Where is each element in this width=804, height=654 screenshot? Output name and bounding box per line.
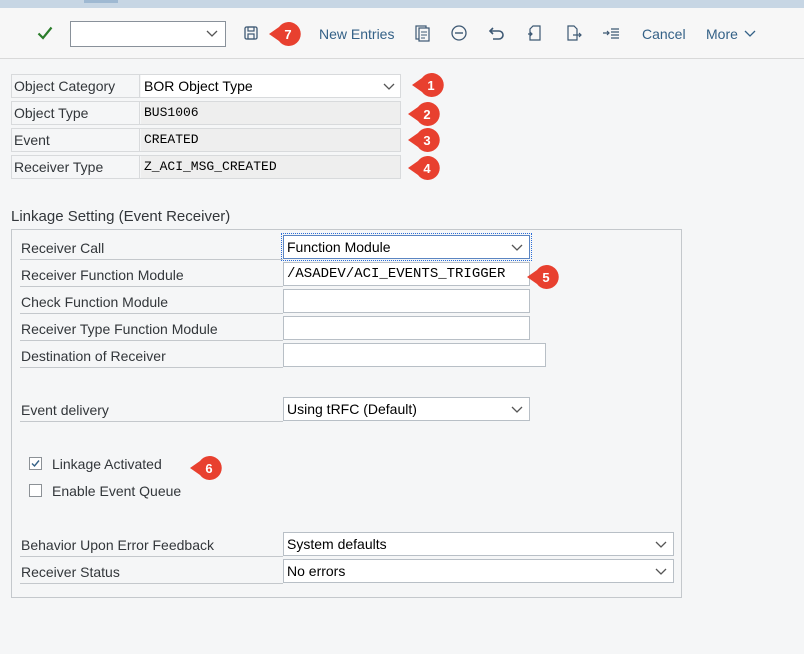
new-entries-button[interactable]: New Entries xyxy=(319,24,394,44)
more-menu-button[interactable]: More xyxy=(706,24,756,44)
linkage-activated-checkbox[interactable] xyxy=(29,457,42,470)
checkmark-icon xyxy=(31,460,40,468)
receiver-status-label: Receiver Status xyxy=(20,558,283,584)
annotation-badge: 1 xyxy=(412,72,444,98)
section-title: Linkage Setting (Event Receiver) xyxy=(11,208,231,225)
chevron-down-icon xyxy=(383,83,395,90)
event-value: CREATED xyxy=(141,129,400,151)
copy-entries-icon[interactable] xyxy=(411,22,433,44)
receiver-type-function-module-label: Receiver Type Function Module xyxy=(20,315,283,341)
behavior-on-error-label: Behavior Upon Error Feedback xyxy=(20,531,283,557)
annotation-badge: 2 xyxy=(408,101,440,127)
chevron-down-icon xyxy=(655,541,667,548)
chevron-down-icon xyxy=(511,406,523,413)
chevron-down-icon xyxy=(511,244,523,251)
annotation-badge: 5 xyxy=(527,264,559,290)
annotation-badge: 7 xyxy=(269,21,301,47)
cancel-button[interactable]: Cancel xyxy=(642,24,686,44)
receiver-call-label: Receiver Call xyxy=(20,234,283,260)
behavior-on-error-select[interactable]: System defaults xyxy=(283,532,674,556)
event-delivery-value: Using tRFC (Default) xyxy=(287,401,417,417)
annotation-badge: 4 xyxy=(408,155,440,181)
receiver-call-value: Function Module xyxy=(287,239,391,255)
enable-event-queue-label: Enable Event Queue xyxy=(52,483,182,499)
object-type-label: Object Type xyxy=(12,102,140,124)
object-category-label: Object Category xyxy=(12,75,140,97)
more-menu-label: More xyxy=(706,26,738,42)
indent-icon[interactable] xyxy=(600,22,622,44)
object-category-row: Object Category BOR Object Type xyxy=(11,74,401,98)
save-icon[interactable] xyxy=(240,22,262,44)
select-all-icon[interactable] xyxy=(524,22,546,44)
checkmark-icon[interactable] xyxy=(34,22,56,44)
linkage-activated-label: Linkage Activated xyxy=(52,456,162,472)
object-category-value: BOR Object Type xyxy=(144,78,253,94)
receiver-function-module-input[interactable]: /ASADEV/ACI_EVENTS_TRIGGER xyxy=(283,262,530,286)
enable-event-queue-checkbox[interactable] xyxy=(29,484,42,497)
receiver-status-select[interactable]: No errors xyxy=(283,559,674,583)
toolbar: New Entries Cancel More 7 xyxy=(0,8,804,59)
shell-tab-indicator xyxy=(84,0,118,3)
check-function-module-label: Check Function Module xyxy=(20,288,283,314)
destination-of-receiver-input[interactable] xyxy=(283,343,546,367)
receiver-type-row: Receiver Type Z_ACI_MSG_CREATED xyxy=(11,155,401,179)
annotation-badge: 3 xyxy=(408,127,440,153)
check-function-module-input[interactable] xyxy=(283,289,530,313)
annotation-badge: 6 xyxy=(190,455,222,481)
shell-top-strip xyxy=(0,0,804,8)
event-label: Event xyxy=(12,129,140,151)
event-delivery-label: Event delivery xyxy=(20,396,283,422)
behavior-on-error-value: System defaults xyxy=(287,536,387,552)
export-icon[interactable] xyxy=(562,22,584,44)
chevron-down-icon xyxy=(655,568,667,575)
delete-icon[interactable] xyxy=(448,22,470,44)
command-field[interactable] xyxy=(70,21,226,47)
undo-icon[interactable] xyxy=(486,22,508,44)
receiver-type-value: Z_ACI_MSG_CREATED xyxy=(141,156,400,178)
object-category-select[interactable]: BOR Object Type xyxy=(141,75,400,97)
receiver-status-value: No errors xyxy=(287,563,346,579)
receiver-call-select[interactable]: Function Module xyxy=(281,233,532,261)
event-delivery-select[interactable]: Using tRFC (Default) xyxy=(283,397,530,421)
receiver-function-module-label: Receiver Function Module xyxy=(20,261,283,287)
event-row: Event CREATED xyxy=(11,128,401,152)
object-type-row: Object Type BUS1006 xyxy=(11,101,401,125)
receiver-type-label: Receiver Type xyxy=(12,156,140,178)
destination-of-receiver-label: Destination of Receiver xyxy=(20,342,283,368)
receiver-type-function-module-input[interactable] xyxy=(283,316,530,340)
chevron-down-icon xyxy=(744,30,756,37)
chevron-down-icon xyxy=(206,30,218,37)
object-type-value: BUS1006 xyxy=(141,102,400,124)
